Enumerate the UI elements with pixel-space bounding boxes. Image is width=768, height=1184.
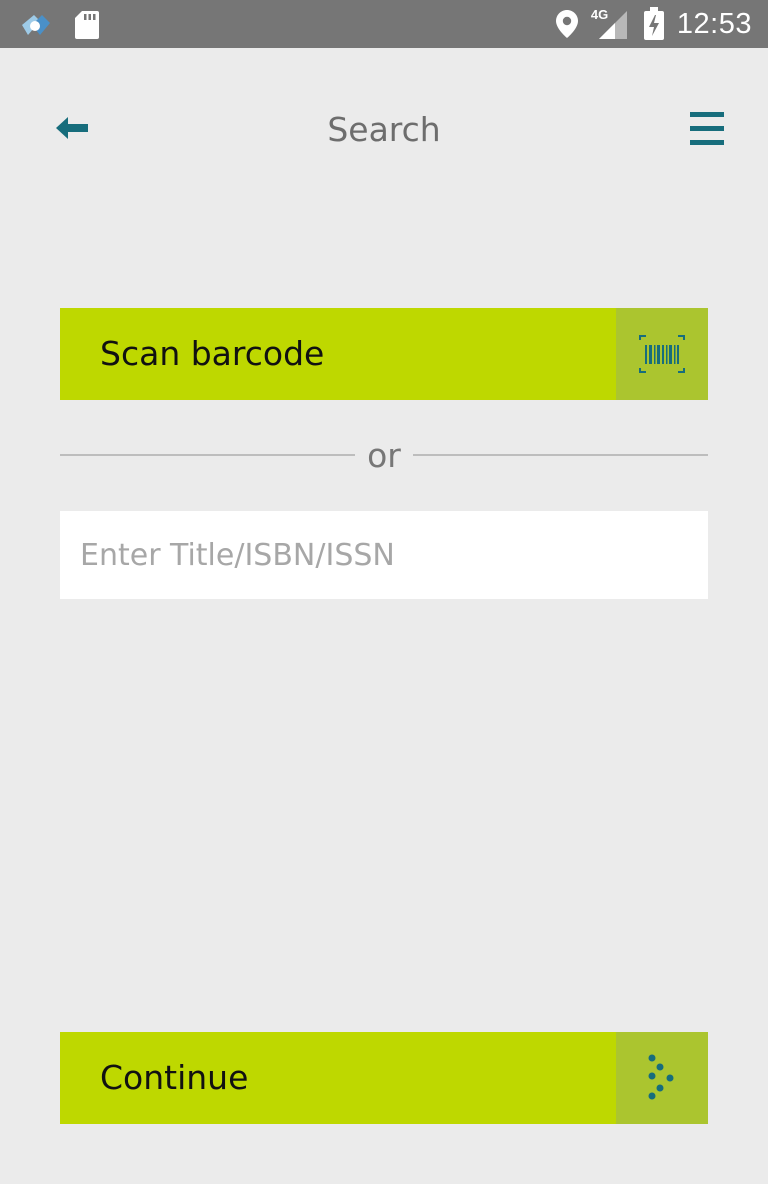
continue-button[interactable]: Continue (60, 1032, 708, 1124)
location-icon (555, 10, 578, 38)
continue-label: Continue (100, 1058, 249, 1097)
scan-icon-box (616, 308, 708, 400)
dotted-arrow-icon (648, 1054, 674, 1100)
signal-indicator: 4G (591, 7, 631, 41)
scan-barcode-button[interactable]: Scan barcode (60, 308, 708, 400)
or-divider: or (60, 430, 708, 482)
page-title: Search (327, 110, 441, 149)
divider-line-right (413, 454, 708, 456)
app-notification-icon (22, 15, 50, 35)
clock: 12:53 (676, 7, 752, 40)
barcode-icon (639, 335, 685, 373)
battery-charging-icon (643, 7, 664, 40)
menu-button[interactable] (688, 110, 728, 148)
signal-icon (598, 11, 627, 39)
continue-icon-box (616, 1032, 708, 1124)
scan-barcode-label: Scan barcode (100, 334, 325, 373)
status-bar: 4G 12:53 (0, 0, 768, 48)
status-bar-left (18, 10, 100, 40)
app-header: Search (0, 48, 768, 208)
search-input[interactable] (60, 511, 708, 599)
status-bar-right: 4G 12:53 (555, 0, 752, 48)
sd-card-icon (75, 11, 99, 39)
hamburger-menu-icon (690, 112, 724, 145)
